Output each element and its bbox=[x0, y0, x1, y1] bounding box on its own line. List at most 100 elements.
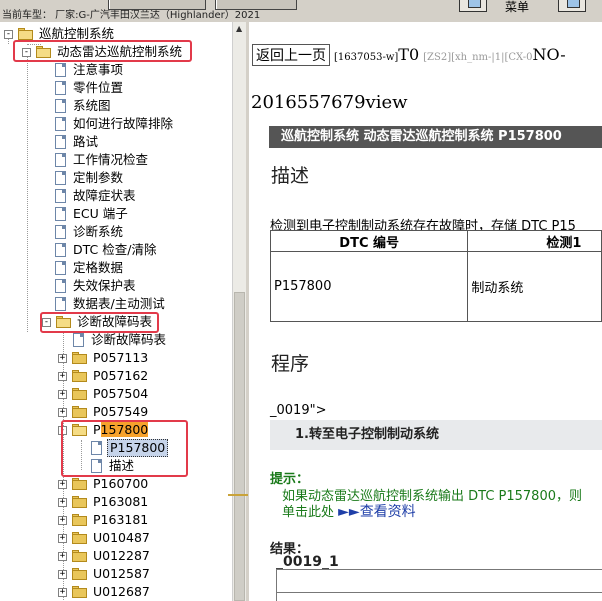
expand-toggle[interactable]: + bbox=[58, 552, 67, 561]
document-id: [1637053-w] bbox=[334, 52, 399, 63]
tree-item-operation-check[interactable]: 工作情况检查 bbox=[55, 151, 150, 169]
menu-label[interactable]: 菜单 bbox=[505, 0, 529, 15]
expand-toggle[interactable]: + bbox=[58, 498, 67, 507]
tree-item-p057549[interactable]: + P057549 bbox=[58, 403, 150, 421]
tree-item-how-to-troubleshoot[interactable]: 如何进行故障排除 bbox=[55, 115, 175, 133]
folder-icon bbox=[72, 478, 88, 490]
tree-item-freeze-frame[interactable]: 定格数据 bbox=[55, 259, 125, 277]
expand-toggle[interactable]: + bbox=[58, 588, 67, 597]
tree-item-road-test[interactable]: 路试 bbox=[55, 133, 100, 151]
expand-toggle[interactable]: + bbox=[58, 354, 67, 363]
folder-icon bbox=[72, 568, 88, 580]
expand-toggle[interactable]: + bbox=[58, 480, 67, 489]
expand-toggle[interactable]: + bbox=[58, 408, 67, 417]
folder-icon bbox=[72, 352, 88, 364]
document-icon bbox=[55, 261, 66, 275]
no-code: NO- bbox=[532, 45, 566, 64]
document-icon bbox=[55, 63, 66, 77]
window-icon[interactable] bbox=[459, 0, 487, 12]
page-title-bar: 巡航控制系统 动态雷达巡航控制系统 P157800 bbox=[269, 126, 602, 148]
step-1-bar: 1.转至电子控制制动系统 bbox=[270, 420, 602, 450]
folder-icon bbox=[72, 370, 88, 382]
tree-item-p163181[interactable]: + P163181 bbox=[58, 511, 150, 529]
tree-scrollbar[interactable]: ▲ bbox=[232, 22, 246, 601]
step-reference: _0019"> bbox=[270, 403, 327, 418]
result-id: _0019_1 bbox=[276, 554, 339, 570]
tree-item-p057504[interactable]: + P057504 bbox=[58, 385, 150, 403]
t0-code: T0 bbox=[398, 45, 420, 64]
double-arrow-icon: ►► bbox=[338, 504, 360, 520]
tree-item-customize-params[interactable]: 定制参数 bbox=[55, 169, 125, 187]
tree-item-precautions[interactable]: 注意事项 bbox=[55, 61, 125, 79]
document-icon bbox=[55, 243, 66, 257]
expand-toggle[interactable]: + bbox=[58, 372, 67, 381]
tree-item-diagnosis-system[interactable]: 诊断系统 bbox=[55, 223, 125, 241]
document-icon bbox=[55, 171, 66, 185]
document-icon bbox=[55, 279, 66, 293]
result-table bbox=[276, 569, 602, 601]
scroll-up-arrow-icon[interactable]: ▲ bbox=[236, 24, 242, 33]
toolbar-button-1[interactable] bbox=[108, 0, 206, 10]
scrollbar-thumb[interactable] bbox=[234, 292, 245, 601]
splitter-marker bbox=[228, 494, 248, 496]
document-icon bbox=[55, 99, 66, 113]
view-id: 2016557679view bbox=[251, 92, 408, 113]
tree-item-p163081[interactable]: + P163081 bbox=[58, 493, 150, 511]
folder-icon bbox=[72, 388, 88, 400]
tree-item-parts-location[interactable]: 零件位置 bbox=[55, 79, 125, 97]
expand-toggle[interactable]: + bbox=[58, 516, 67, 525]
folder-icon bbox=[72, 496, 88, 508]
document-icon bbox=[55, 117, 66, 131]
toolbar-button-2[interactable] bbox=[215, 0, 297, 10]
description-heading: 描述 bbox=[271, 165, 310, 187]
back-link[interactable]: 返回上一页 bbox=[252, 44, 330, 66]
document-nav-line: 返回上一页 [1637053-w]T0 [ZS2][xh_nm-|1|[CX-0NO… bbox=[252, 44, 566, 66]
tree-item-p057113[interactable]: + P057113 bbox=[58, 349, 150, 367]
document-pane: 返回上一页 [1637053-w]T0 [ZS2][xh_nm-|1|[CX-0NO… bbox=[249, 22, 602, 601]
navigation-tree: - 巡航控制系统 - 动态雷达巡航控制系统 注意事项 零件位置 系统图 如何进行… bbox=[0, 22, 232, 601]
tree-item-p160700[interactable]: + P160700 bbox=[58, 475, 150, 493]
collapse-toggle[interactable]: - bbox=[4, 30, 13, 39]
expand-toggle[interactable]: + bbox=[58, 390, 67, 399]
document-icon bbox=[55, 153, 66, 167]
table-cell-detection: 制动系统 bbox=[467, 251, 602, 322]
procedure-heading: 程序 bbox=[271, 353, 310, 375]
window-icon-2[interactable] bbox=[558, 0, 586, 12]
tree-item-fail-safe[interactable]: 失效保护表 bbox=[55, 277, 138, 295]
document-icon bbox=[55, 207, 66, 221]
tree-item-p057162[interactable]: + P057162 bbox=[58, 367, 150, 385]
document-icon bbox=[55, 297, 66, 311]
zs2-code: [ZS2][xh_nm-|1|[CX-0 bbox=[423, 52, 533, 63]
folder-icon bbox=[72, 550, 88, 562]
hint-link-line: 单击此处 ►►查看资料 bbox=[282, 504, 416, 520]
tree-item-u012687[interactable]: + U012687 bbox=[58, 583, 152, 601]
view-material-link[interactable]: ►►查看资料 bbox=[338, 504, 416, 520]
tree-item-ecu-terminals[interactable]: ECU 端子 bbox=[55, 205, 130, 223]
document-icon bbox=[55, 225, 66, 239]
folder-open-icon bbox=[18, 28, 34, 40]
tree-item-dtc-check-clear[interactable]: DTC 检查/清除 bbox=[55, 241, 158, 259]
expand-toggle[interactable]: + bbox=[58, 534, 67, 543]
table-cell-dtc: P157800 bbox=[269, 251, 469, 322]
document-icon bbox=[55, 189, 66, 203]
tree-item-dtc-chart[interactable]: 诊断故障码表 bbox=[73, 331, 168, 349]
document-icon bbox=[55, 135, 66, 149]
table-header-detection: 检测1 bbox=[467, 230, 602, 252]
document-icon bbox=[73, 333, 84, 347]
tree-item-u012587[interactable]: + U012587 bbox=[58, 565, 152, 583]
dtc-table: DTC 编号 检测1 P157800 制动系统 bbox=[269, 230, 602, 322]
annotation-highlight-box bbox=[13, 40, 192, 62]
folder-icon bbox=[72, 586, 88, 598]
annotation-highlight-box bbox=[61, 420, 188, 477]
annotation-highlight-box bbox=[40, 312, 159, 333]
top-toolbar: 当前车型： 厂家:G-广汽丰田汉兰达（Highlander）2021 菜单 bbox=[0, 0, 602, 22]
tree-item-u012287[interactable]: + U012287 bbox=[58, 547, 152, 565]
table-row: P157800 制动系统 bbox=[269, 251, 602, 322]
tree-item-system-diagram[interactable]: 系统图 bbox=[55, 97, 113, 115]
tree-item-u010487[interactable]: + U010487 bbox=[58, 529, 152, 547]
tree-item-symptom-table[interactable]: 故障症状表 bbox=[55, 187, 138, 205]
folder-icon bbox=[72, 532, 88, 544]
tree-item-data-list[interactable]: 数据表/主动测试 bbox=[55, 295, 167, 313]
document-icon bbox=[55, 81, 66, 95]
expand-toggle[interactable]: + bbox=[58, 570, 67, 579]
